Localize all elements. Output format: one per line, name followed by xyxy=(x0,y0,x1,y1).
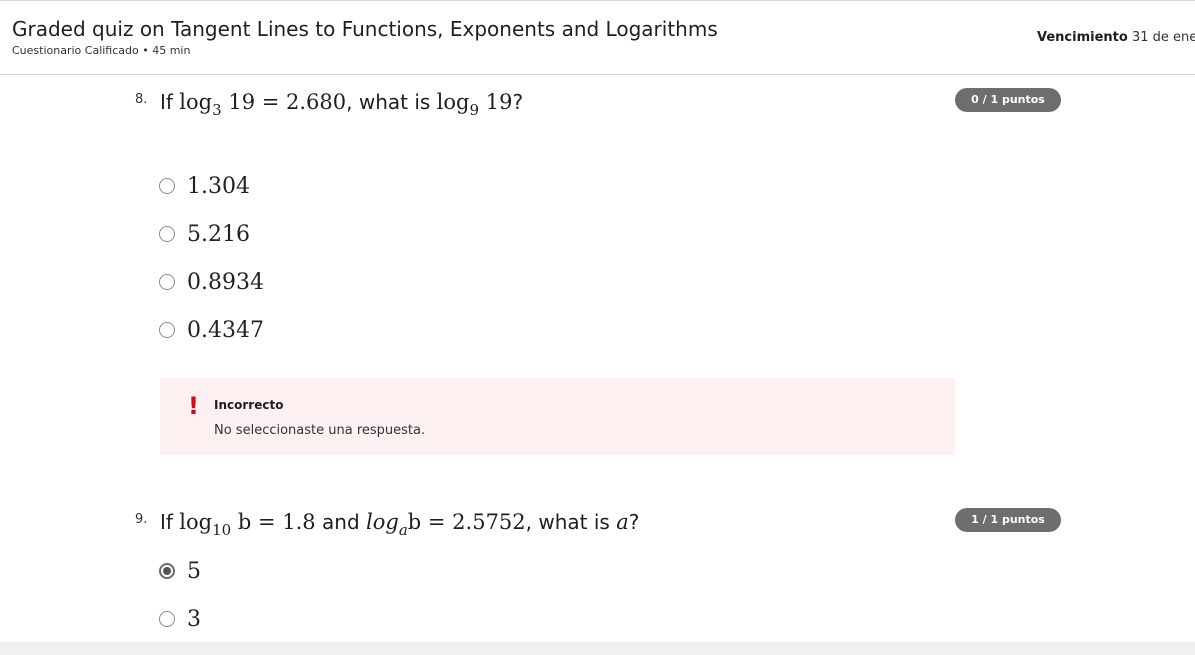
question-number: 9. xyxy=(135,512,148,527)
page-title: Graded quiz on Tangent Lines to Function… xyxy=(12,17,718,41)
q-text-part: If xyxy=(160,90,180,114)
log-base: 10 xyxy=(212,521,232,539)
radio-button[interactable] xyxy=(159,178,175,194)
due-date: Vencimiento 31 de ene xyxy=(1037,30,1195,45)
q-text-part: and xyxy=(315,510,367,534)
math-expression: 19 xyxy=(479,90,513,114)
quiz-header: Graded quiz on Tangent Lines to Function… xyxy=(0,1,1195,75)
log-base: 9 xyxy=(469,101,480,119)
option-label: 0.8934 xyxy=(187,269,264,295)
question-text: If log10 b = 1.8 and logab = 2.5752, wha… xyxy=(160,510,640,538)
log-base: a xyxy=(398,521,408,539)
answer-option[interactable]: 1.304 xyxy=(159,171,250,201)
feedback-message: No seleccionaste una respuesta. xyxy=(214,423,426,438)
option-label: 5.216 xyxy=(187,221,250,247)
answer-option[interactable]: 5 xyxy=(159,556,201,586)
q-text-part: , what is xyxy=(346,90,437,114)
question-number: 8. xyxy=(135,92,148,107)
log-base: 3 xyxy=(212,101,222,119)
question-text: If log3 19 = 2.680, what is log9 19? xyxy=(160,90,524,118)
due-value: 31 de ene xyxy=(1127,30,1195,45)
answer-option[interactable]: 5.216 xyxy=(159,219,250,249)
feedback-title: Incorrecto xyxy=(214,398,284,412)
log-symbol: log xyxy=(436,90,470,114)
feedback-panel: ! Incorrecto No seleccionaste una respue… xyxy=(160,378,955,455)
radio-button[interactable] xyxy=(159,226,175,242)
math-expression: 19 = 2.680 xyxy=(221,90,347,114)
quiz-subtitle: Cuestionario Calificado • 45 min xyxy=(12,44,191,57)
radio-button[interactable] xyxy=(159,322,175,338)
option-label: 1.304 xyxy=(187,173,250,199)
math-expression: b = 1.8 xyxy=(231,510,316,534)
radio-button-selected[interactable] xyxy=(159,563,175,579)
option-label: 3 xyxy=(187,606,201,632)
due-label: Vencimiento xyxy=(1037,30,1128,45)
points-badge: 0 / 1 puntos xyxy=(955,88,1061,112)
points-badge: 1 / 1 puntos xyxy=(955,508,1061,532)
answer-option[interactable]: 3 xyxy=(159,604,201,634)
log-symbol: log xyxy=(366,510,399,534)
math-expression: b = 2.5752 xyxy=(407,510,526,534)
option-label: 0.4347 xyxy=(187,317,264,343)
q-text-part: , what is xyxy=(525,510,617,534)
math-variable: a xyxy=(616,510,629,534)
radio-button[interactable] xyxy=(159,274,175,290)
radio-button[interactable] xyxy=(159,611,175,627)
log-symbol: log xyxy=(179,510,213,534)
bottom-bar xyxy=(0,642,1195,655)
answer-option[interactable]: 0.8934 xyxy=(159,267,264,297)
answer-option[interactable]: 0.4347 xyxy=(159,315,264,345)
q-text-part: ? xyxy=(512,90,524,114)
q-text-part: ? xyxy=(628,510,640,534)
exclamation-icon: ! xyxy=(188,392,199,420)
option-label: 5 xyxy=(187,558,201,584)
q-text-part: If xyxy=(160,510,180,534)
log-symbol: log xyxy=(179,90,213,114)
